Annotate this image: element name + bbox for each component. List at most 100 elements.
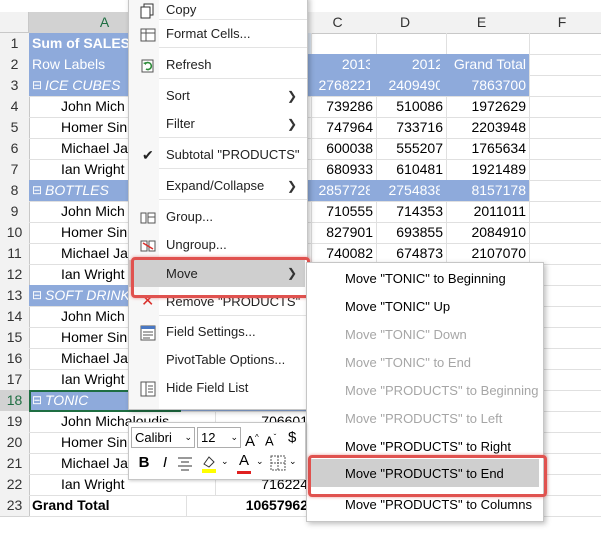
font-name-box[interactable]: Calibri ⌄ — [131, 427, 195, 448]
cell-f2[interactable] — [523, 54, 601, 76]
cell-e5[interactable]: 2203948 — [440, 117, 530, 139]
row-header-20[interactable]: 20 — [0, 432, 30, 454]
cell-c2[interactable]: 2013 — [305, 54, 377, 76]
row-header-1[interactable]: 1 — [0, 33, 30, 55]
row-header-16[interactable]: 16 — [0, 348, 30, 370]
menu-item-expand-collapse[interactable]: Expand/Collapse ❯ — [129, 173, 305, 199]
cell-f5[interactable] — [523, 117, 601, 139]
row-header-7[interactable]: 7 — [0, 159, 30, 181]
cell-b23[interactable]: 10657962 — [180, 495, 312, 517]
cell-c4[interactable]: 739286 — [305, 96, 377, 118]
row-header-22[interactable]: 22 — [0, 474, 30, 496]
cell-d2[interactable]: 2012 — [370, 54, 447, 76]
row-header-18[interactable]: 18 — [0, 390, 31, 412]
dropdown-arrow-icon[interactable]: ⌄ — [289, 456, 297, 467]
increase-font-button[interactable]: A^ — [245, 427, 263, 450]
cell-e7[interactable]: 1921489 — [440, 159, 530, 181]
cell-f3[interactable] — [523, 75, 601, 97]
cell-e1[interactable] — [440, 33, 530, 55]
menu-item-filter[interactable]: Filter ❯ — [129, 111, 305, 137]
cell-c5[interactable]: 747964 — [305, 117, 377, 139]
column-header-e[interactable]: E — [440, 12, 524, 34]
menu-item-format-cells[interactable]: Format Cells... — [129, 21, 305, 47]
cell-c7[interactable]: 680933 — [305, 159, 377, 181]
column-header-f[interactable]: F — [523, 12, 601, 34]
cell-d6[interactable]: 555207 — [370, 138, 447, 160]
cell-c3[interactable]: 2768221 — [305, 75, 377, 97]
cell-e10[interactable]: 2084910 — [440, 222, 530, 244]
cell-f4[interactable] — [523, 96, 601, 118]
row-header-10[interactable]: 10 — [0, 222, 30, 244]
submenu-item-tonic-up[interactable]: Move "TONIC" Up — [345, 293, 450, 320]
italic-button[interactable]: I — [156, 452, 174, 474]
cell-c9[interactable]: 710555 — [305, 201, 377, 223]
cell-f6[interactable] — [523, 138, 601, 160]
column-header-d[interactable]: D — [370, 12, 441, 34]
borders-icon[interactable] — [269, 454, 287, 472]
cell-d10[interactable]: 693855 — [370, 222, 447, 244]
font-size-box[interactable]: 12 ⌄ — [197, 427, 241, 448]
cell-a23[interactable]: Grand Total — [29, 495, 187, 517]
cell-d7[interactable]: 610481 — [370, 159, 447, 181]
cell-f10[interactable] — [523, 222, 601, 244]
font-color-icon[interactable]: A — [235, 451, 253, 475]
row-header-4[interactable]: 4 — [0, 96, 30, 118]
row-header-9[interactable]: 9 — [0, 201, 30, 223]
bold-button[interactable]: B — [134, 452, 154, 474]
row-header-2[interactable]: 2 — [0, 54, 30, 76]
cell-e8[interactable]: 8157178 — [440, 180, 530, 202]
cell-f8[interactable] — [523, 180, 601, 202]
cell-d5[interactable]: 733716 — [370, 117, 447, 139]
row-header-23[interactable]: 23 — [0, 495, 30, 517]
cell-c8[interactable]: 2857728 — [305, 180, 377, 202]
menu-item-group[interactable]: Group... — [129, 204, 305, 230]
row-header-12[interactable]: 12 — [0, 264, 30, 286]
column-header-c[interactable]: C — [305, 12, 371, 34]
collapse-icon[interactable]: ⊟ — [32, 180, 42, 201]
collapse-icon[interactable]: ⊟ — [32, 75, 42, 96]
currency-format-button[interactable]: $ — [288, 427, 302, 448]
fill-color-icon[interactable] — [199, 452, 221, 474]
cell-f7[interactable] — [523, 159, 601, 181]
row-header-21[interactable]: 21 — [0, 453, 30, 475]
decrease-font-button[interactable]: Aˇ — [265, 427, 283, 448]
collapse-icon[interactable]: ⊟ — [32, 285, 42, 306]
row-header-5[interactable]: 5 — [0, 117, 30, 139]
cell-d1[interactable] — [370, 33, 447, 55]
cell-c10[interactable]: 827901 — [305, 222, 377, 244]
cell-e4[interactable]: 1972629 — [440, 96, 530, 118]
cell-f1[interactable] — [523, 33, 601, 55]
select-all-corner[interactable] — [0, 12, 29, 33]
cell-d4[interactable]: 510086 — [370, 96, 447, 118]
row-header-13[interactable]: 13 — [0, 285, 30, 307]
center-align-icon[interactable] — [176, 452, 194, 474]
row-header-3[interactable]: 3 — [0, 75, 30, 97]
menu-item-ungroup[interactable]: Ungroup... — [129, 232, 305, 258]
menu-item-pivottable-options[interactable]: PivotTable Options... — [129, 347, 305, 373]
cell-e2[interactable]: Grand Total — [440, 54, 530, 76]
cell-d3[interactable]: 2409490 — [370, 75, 447, 97]
menu-item-hide-field-list[interactable]: Hide Field List — [129, 375, 305, 401]
cell-e6[interactable]: 1765634 — [440, 138, 530, 160]
row-header-8[interactable]: 8 — [0, 180, 30, 202]
row-header-11[interactable]: 11 — [0, 243, 30, 265]
dropdown-arrow-icon[interactable]: ⌄ — [221, 456, 229, 467]
menu-item-sort[interactable]: Sort ❯ — [129, 83, 305, 109]
cell-f9[interactable] — [523, 201, 601, 223]
row-header-19[interactable]: 19 — [0, 411, 30, 433]
row-header-15[interactable]: 15 — [0, 327, 30, 349]
cell-d8[interactable]: 2754838 — [370, 180, 447, 202]
cell-e9[interactable]: 2011011 — [440, 201, 530, 223]
row-header-14[interactable]: 14 — [0, 306, 30, 328]
cell-c6[interactable]: 600038 — [305, 138, 377, 160]
cell-d9[interactable]: 714353 — [370, 201, 447, 223]
row-header-17[interactable]: 17 — [0, 369, 30, 391]
menu-item-subtotal[interactable]: ✔ Subtotal "PRODUCTS" — [129, 142, 305, 168]
dropdown-arrow-icon[interactable]: ⌄ — [256, 456, 264, 467]
cell-e3[interactable]: 7863700 — [440, 75, 530, 97]
submenu-item-tonic-beginning[interactable]: Move "TONIC" to Beginning — [345, 265, 506, 292]
row-header-6[interactable]: 6 — [0, 138, 30, 160]
cell-c1[interactable] — [305, 33, 377, 55]
menu-item-field-settings[interactable]: Field Settings... — [129, 319, 305, 345]
menu-item-refresh[interactable]: Refresh — [129, 52, 305, 78]
